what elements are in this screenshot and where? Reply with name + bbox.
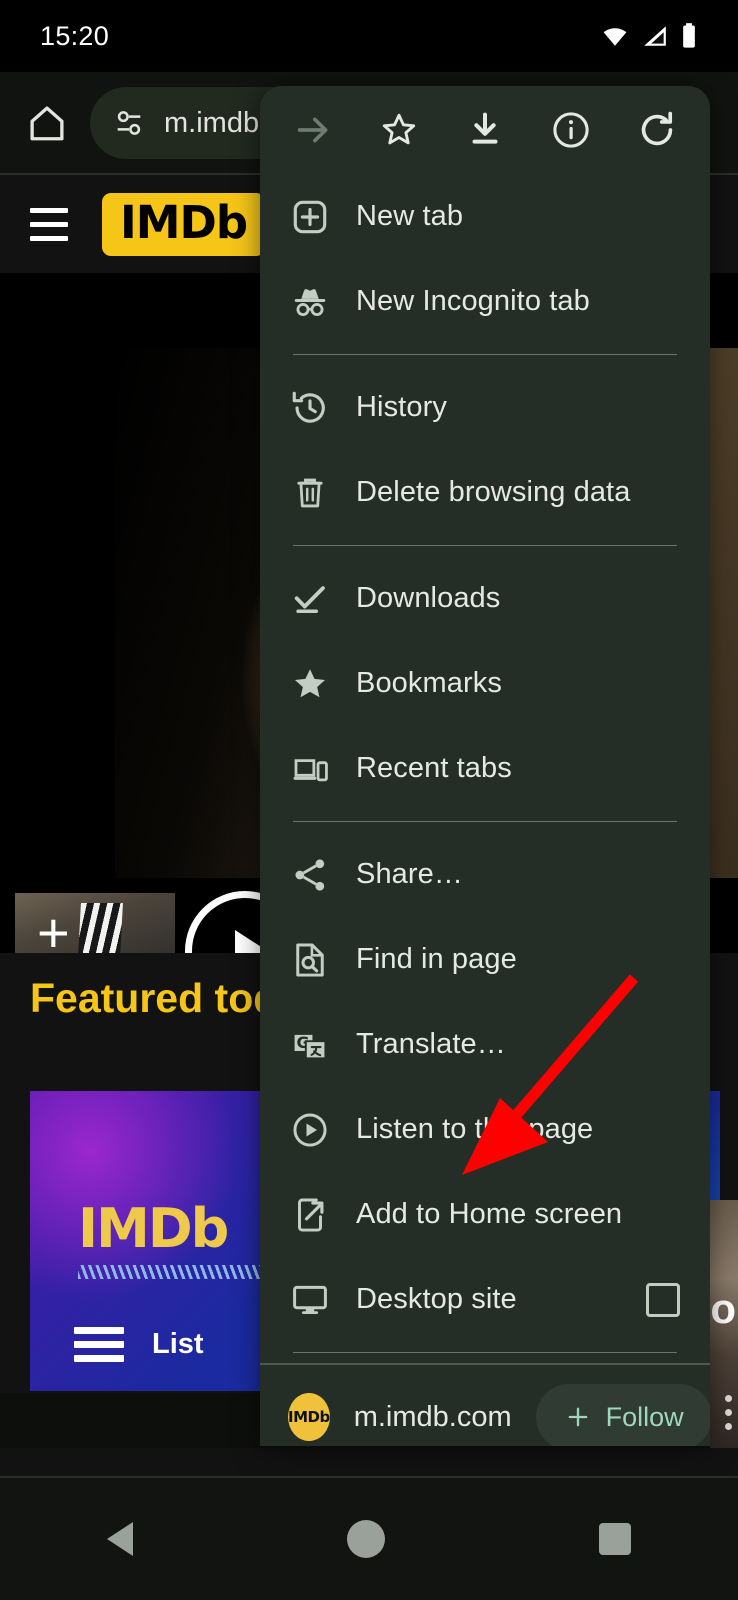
download-page-button[interactable] (453, 98, 517, 162)
incognito-icon (288, 280, 332, 324)
menu-item-label: Share… (356, 858, 463, 890)
reload-icon (641, 111, 673, 146)
menu-divider (293, 1352, 677, 1353)
adjacent-card-text: o (710, 1285, 736, 1332)
menu-item-label: Translate… (356, 1028, 506, 1060)
menu-footer: IMDb m.imdb.com Follow (260, 1365, 710, 1446)
plus-icon[interactable]: + (37, 905, 70, 954)
menu-item-bookmarks[interactable]: Bookmarks (260, 641, 710, 726)
back-triangle-icon[interactable] (107, 1522, 133, 1556)
home-circle-icon[interactable] (347, 1520, 385, 1558)
cellular-signal-icon (644, 26, 666, 46)
menu-item-listen-to-this-page[interactable]: Listen to this page (260, 1087, 710, 1172)
menu-item-label: Downloads (356, 582, 501, 614)
featured-card-list-label: List (152, 1328, 204, 1360)
follow-button[interactable]: Follow (535, 1384, 710, 1446)
menu-item-history[interactable]: History (260, 365, 710, 450)
menu-item-downloads[interactable]: Downloads (260, 556, 710, 641)
menu-item-add-to-home-screen[interactable]: Add to Home screen (260, 1172, 710, 1257)
menu-item-label: Delete browsing data (356, 476, 631, 508)
star-outline-icon (382, 113, 416, 145)
menu-toolbar (260, 86, 710, 174)
arrow-forward-icon (297, 117, 328, 143)
phone-screen: 15:20 m.imdb.c IMDb + Featured tod IMDb … (0, 0, 738, 1600)
desktop-icon (288, 1278, 332, 1322)
poster-striped-legs (73, 903, 123, 953)
status-icons (600, 22, 698, 50)
android-nav-bar (0, 1476, 738, 1600)
menu-divider (293, 821, 677, 822)
trash-icon (288, 471, 332, 515)
page-bottom-strip (0, 1448, 738, 1476)
hamburger-icon[interactable] (30, 207, 68, 241)
download-icon (472, 112, 498, 144)
find-in-page-icon (288, 938, 332, 982)
menu-item-label: Listen to this page (356, 1113, 594, 1145)
follow-button-label: Follow (605, 1401, 684, 1432)
reload-button[interactable] (625, 98, 689, 162)
menu-item-find-in-page[interactable]: Find in page (260, 917, 710, 1002)
listen-play-icon (288, 1108, 332, 1152)
menu-item-label: History (356, 391, 447, 423)
menu-item-list: New tab New Incognito tab History Delete… (260, 174, 710, 1353)
status-time: 15:20 (40, 20, 110, 51)
desktop-site-checkbox[interactable] (646, 1282, 680, 1317)
history-icon (288, 386, 332, 430)
battery-icon (683, 23, 695, 48)
recents-square-icon[interactable] (599, 1523, 631, 1555)
menu-item-label: Find in page (356, 943, 517, 975)
more-options-dots-icon[interactable] (725, 1395, 732, 1430)
imdb-logo[interactable]: IMDb (102, 192, 266, 256)
footer-site-url: m.imdb.com (353, 1400, 512, 1433)
recent-tabs-icon (288, 747, 332, 791)
menu-item-label: Recent tabs (356, 752, 512, 784)
menu-item-new-tab[interactable]: New tab (260, 174, 710, 259)
menu-item-desktop-site[interactable]: Desktop site (260, 1257, 710, 1342)
home-icon (30, 106, 64, 141)
menu-item-share[interactable]: Share… (260, 832, 710, 917)
menu-item-label: Desktop site (356, 1283, 517, 1315)
menu-item-label: Bookmarks (356, 667, 502, 699)
new-tab-icon (288, 195, 332, 239)
wifi-icon (603, 28, 627, 46)
movie-poster[interactable]: BEETLEJUICE BEETLEJUICE 09.06.24 + (15, 893, 175, 953)
plus-icon (568, 1407, 587, 1427)
chrome-app-menu: New tab New Incognito tab History Delete… (260, 86, 710, 1446)
featured-card-list-row[interactable]: List (74, 1327, 204, 1362)
tune-icon (117, 111, 141, 135)
share-icon (288, 853, 332, 897)
menu-item-new-incognito-tab[interactable]: New Incognito tab (260, 259, 710, 344)
menu-divider (293, 354, 677, 355)
bookmark-button[interactable] (367, 98, 431, 162)
site-avatar: IMDb (288, 1393, 330, 1441)
downloads-check-icon (288, 577, 332, 621)
menu-item-label: New tab (356, 200, 464, 232)
menu-item-recent-tabs[interactable]: Recent tabs (260, 726, 710, 811)
translate-icon: G (288, 1023, 332, 1067)
menu-item-label: Add to Home screen (356, 1198, 623, 1230)
add-to-home-icon (288, 1193, 332, 1237)
info-circle-icon (553, 112, 589, 148)
list-icon (74, 1327, 124, 1362)
star-filled-icon (288, 662, 332, 706)
menu-item-label: New Incognito tab (356, 285, 590, 317)
featured-heading: Featured tod (30, 975, 279, 1021)
featured-card-brand: IMDb (78, 1197, 229, 1260)
forward-button[interactable] (281, 98, 345, 162)
menu-item-delete-browsing-data[interactable]: Delete browsing data (260, 450, 710, 535)
home-button[interactable] (18, 94, 76, 152)
menu-item-translate[interactable]: G Translate… (260, 1002, 710, 1087)
menu-divider (293, 545, 677, 546)
status-bar: 15:20 (0, 0, 738, 72)
page-info-button[interactable] (539, 98, 603, 162)
